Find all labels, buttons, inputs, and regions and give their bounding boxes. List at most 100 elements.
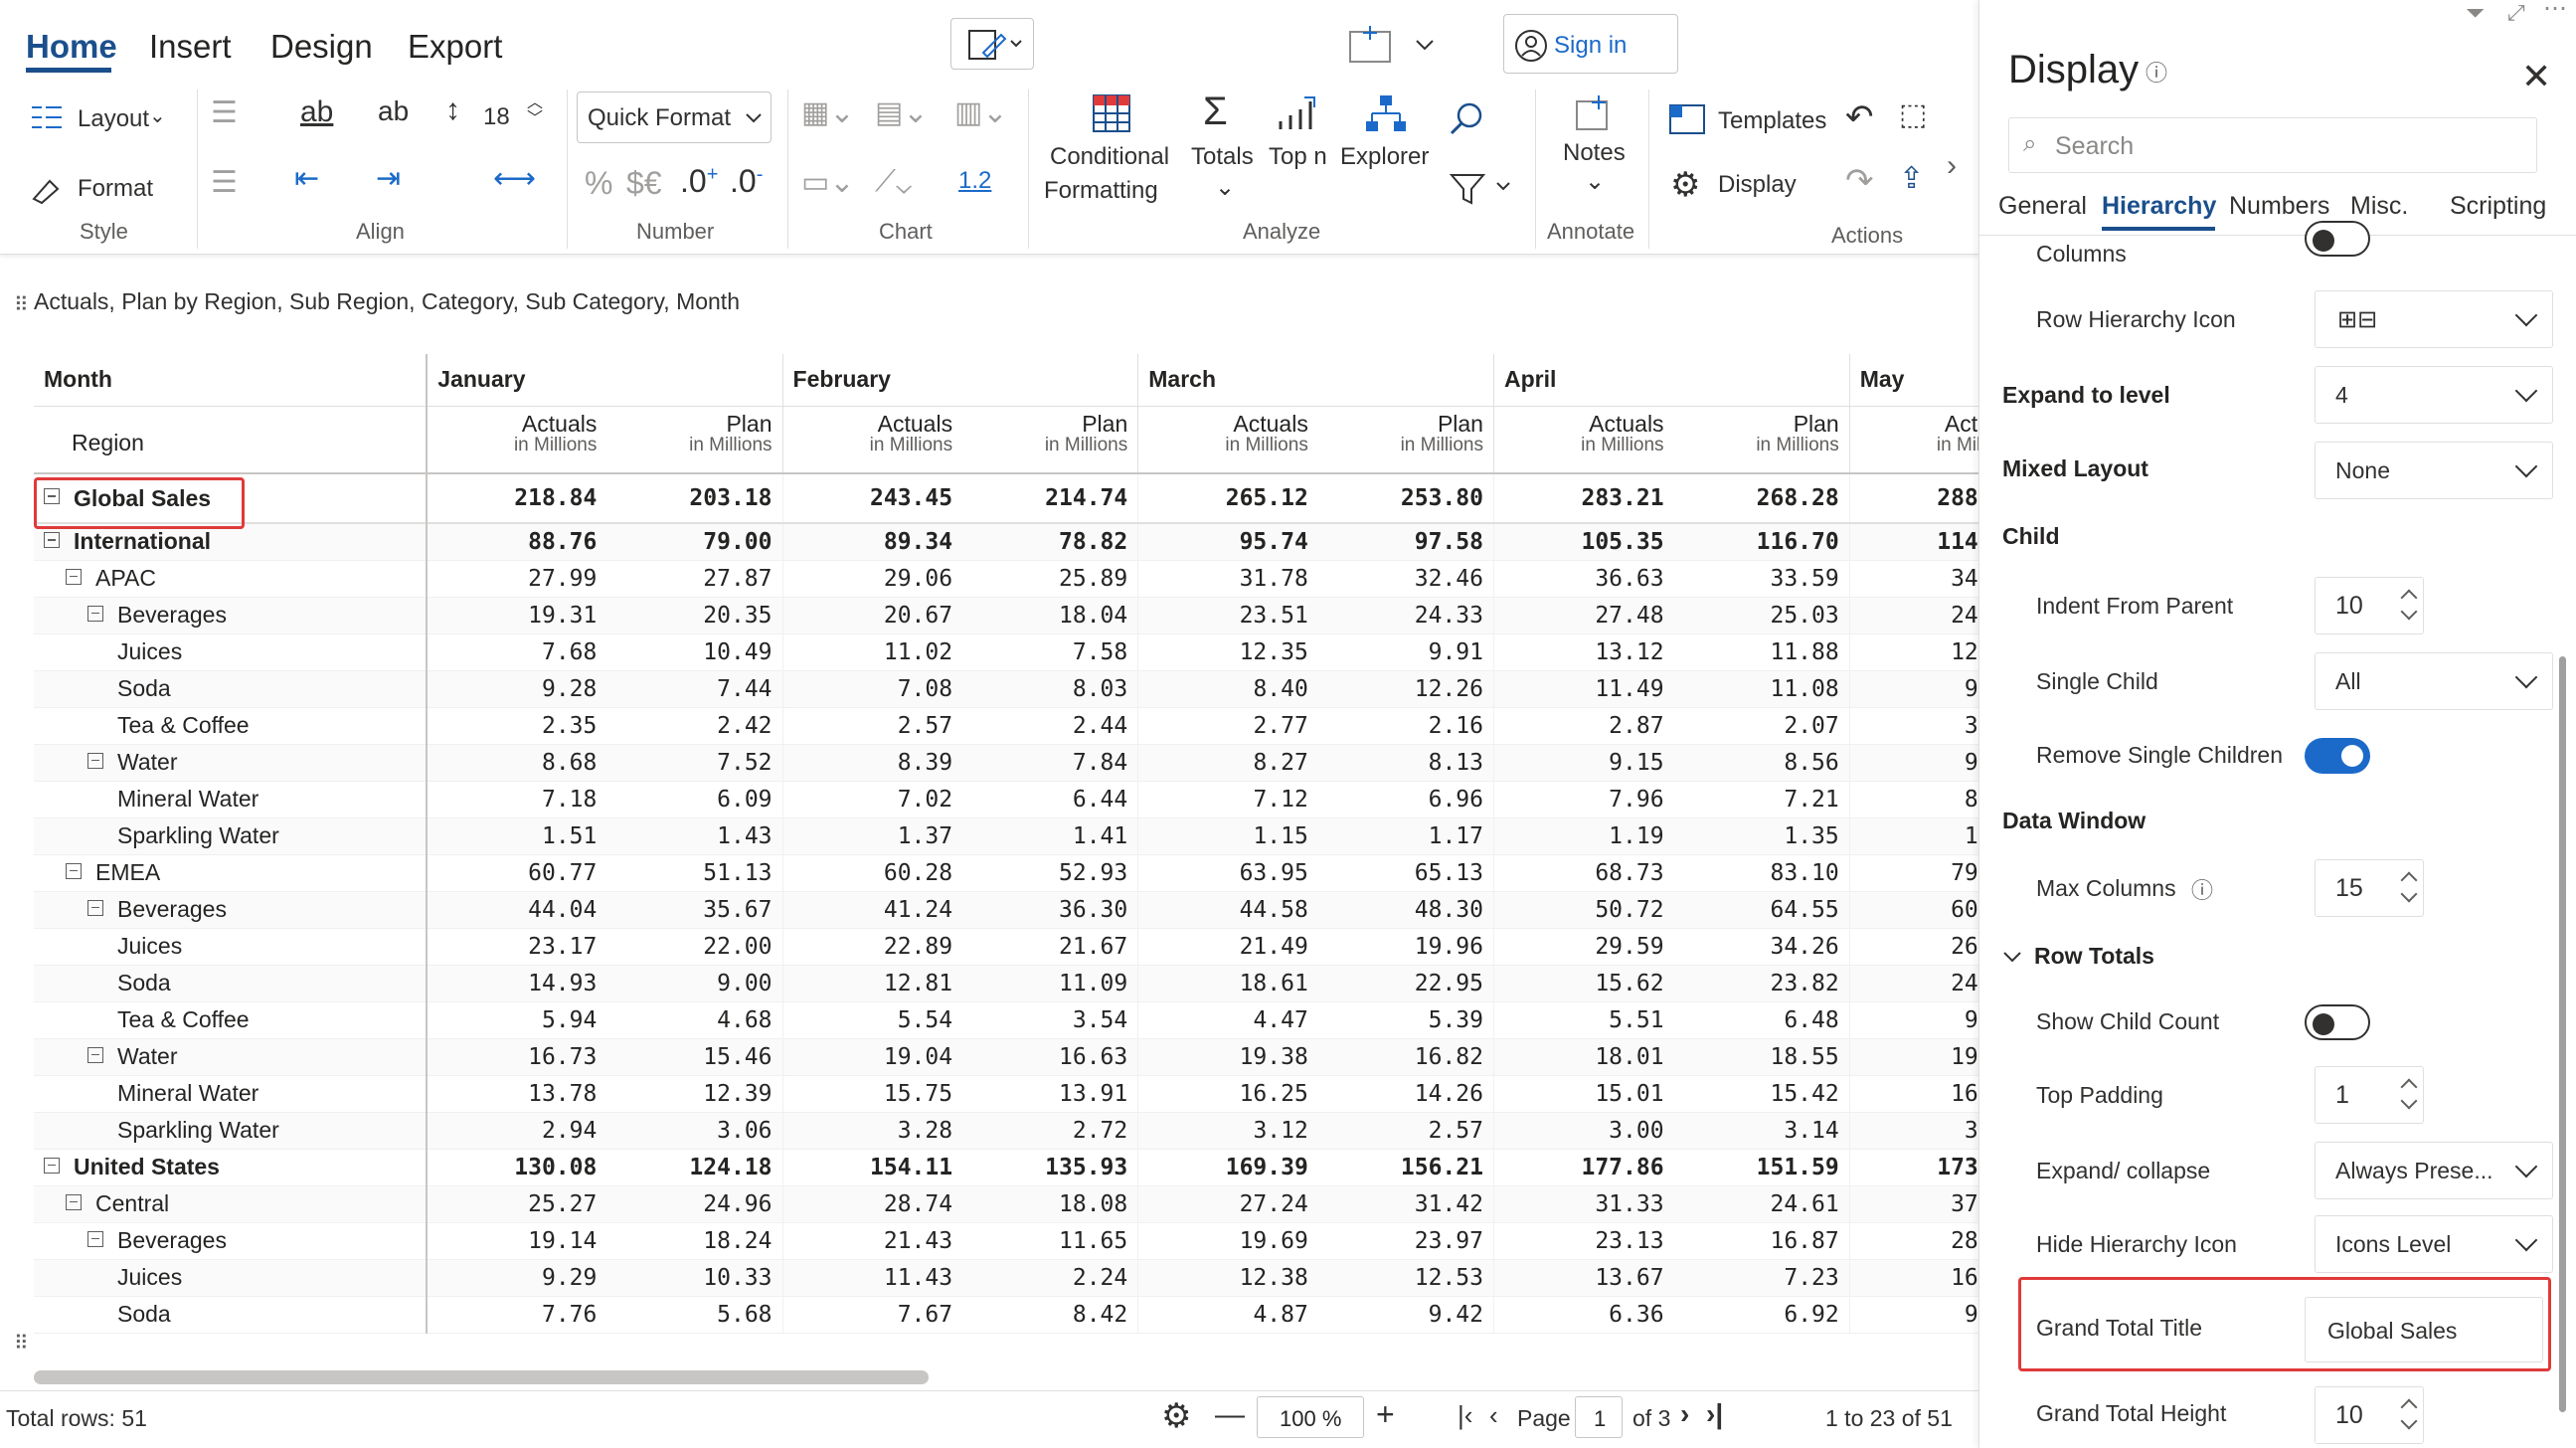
- panel-vertical-scrollbar[interactable]: [2559, 656, 2566, 1412]
- value-cell[interactable]: 15.01: [1493, 1075, 1673, 1112]
- value-cell[interactable]: 24.51: [1849, 965, 1978, 1001]
- collapse-toggle-icon[interactable]: [87, 605, 103, 622]
- value-cell[interactable]: 24.96: [606, 1185, 783, 1222]
- table-row[interactable]: Central 25.27 24.96 28.74 18.08 27.24 31.42 31.…: [34, 1185, 1978, 1222]
- value-cell[interactable]: 151.59: [1673, 1149, 1850, 1185]
- value-cell[interactable]: 1.17: [1317, 817, 1494, 854]
- first-page-icon[interactable]: |‹: [1458, 1400, 1472, 1431]
- value-cell[interactable]: 5.51: [1493, 1001, 1673, 1038]
- value-cell[interactable]: 23.51: [1138, 597, 1318, 634]
- collapse-toggle-icon[interactable]: [44, 532, 60, 549]
- chevron-down-icon[interactable]: [1410, 30, 1440, 60]
- max-columns-stepper[interactable]: 15: [2315, 859, 2424, 917]
- edit-mode-button[interactable]: [950, 18, 1034, 70]
- table-row[interactable]: Juices 7.68 10.49 11.02 7.58 12.35 9.91 13.12 11…: [34, 634, 1978, 670]
- indent-decrease-icon[interactable]: ⇤: [294, 161, 319, 196]
- value-cell[interactable]: 36.30: [962, 891, 1139, 928]
- value-cell[interactable]: 268.28: [1673, 473, 1850, 523]
- value-cell[interactable]: 27.87: [606, 560, 783, 597]
- month-header[interactable]: April: [1493, 354, 1850, 407]
- totals-button[interactable]: Σ Totals ⌄: [1191, 90, 1261, 213]
- value-cell[interactable]: 203.18: [606, 473, 783, 523]
- chevron-right-icon[interactable]: ›: [1947, 149, 1957, 183]
- value-cell[interactable]: 34.26: [1673, 928, 1850, 965]
- table-row[interactable]: APAC 27.99 27.87 29.06 25.89 31.78 32.46 36.63 3…: [34, 560, 1978, 597]
- display-button[interactable]: ⚙ Display: [1670, 165, 1797, 205]
- measure-header[interactable]: Actualsin Millions: [1138, 406, 1318, 473]
- value-cell[interactable]: 89.34: [782, 523, 962, 560]
- value-cell[interactable]: 8.68: [427, 744, 606, 781]
- value-cell[interactable]: 2.44: [962, 707, 1139, 744]
- value-cell[interactable]: 1.23: [1849, 817, 1978, 854]
- value-cell[interactable]: 9.67: [1849, 1296, 1978, 1333]
- value-cell[interactable]: 32.46: [1317, 560, 1494, 597]
- value-cell[interactable]: 114.26: [1849, 523, 1978, 560]
- value-cell[interactable]: 25.27: [427, 1185, 606, 1222]
- value-cell[interactable]: 19.14: [427, 1222, 606, 1259]
- horizontal-scrollbar[interactable]: [34, 1370, 929, 1384]
- collapse-toggle-icon[interactable]: [66, 568, 82, 585]
- collapse-toggle-icon[interactable]: [87, 752, 103, 769]
- value-cell[interactable]: 37.30: [1849, 1185, 1978, 1222]
- align-center-icon[interactable]: ☰: [211, 165, 238, 200]
- measure-header[interactable]: Plan in Millions: [1673, 406, 1850, 473]
- zoom-out-button[interactable]: —: [1215, 1398, 1245, 1432]
- table-row[interactable]: Water 8.687.528.397.848.278.139.158.569.5…: [34, 744, 1978, 781]
- measure-header[interactable]: Actualsin Millions: [1849, 406, 1978, 473]
- top-padding-stepper[interactable]: 1: [2315, 1066, 2424, 1124]
- table-row[interactable]: Beverages 44.04 35.67 41.24 36.30 44.58 48.30 5…: [34, 891, 1978, 928]
- drag-handle-icon[interactable]: ⠿: [14, 292, 29, 317]
- stepper-down-icon[interactable]: [2400, 885, 2418, 903]
- value-cell[interactable]: 130.08: [427, 1149, 606, 1185]
- value-cell[interactable]: 9.11: [1849, 1001, 1978, 1038]
- stepper-down-icon[interactable]: [2400, 1412, 2418, 1430]
- row-height-icon[interactable]: ↕: [445, 93, 460, 127]
- value-cell[interactable]: 34.54: [1849, 560, 1978, 597]
- value-cell[interactable]: 15.42: [1673, 1075, 1850, 1112]
- wrap-text-icon[interactable]: ab: [300, 95, 333, 129]
- value-cell[interactable]: 97.58: [1317, 523, 1494, 560]
- tab-general[interactable]: General: [1998, 192, 2087, 221]
- value-cell[interactable]: 2.16: [1317, 707, 1494, 744]
- tab-hierarchy[interactable]: Hierarchy: [2102, 192, 2216, 221]
- table-row[interactable]: International 88.76 79.00 89.34 78.82 95.74 97…: [34, 523, 1978, 560]
- value-cell[interactable]: 7.21: [1673, 781, 1850, 817]
- value-cell[interactable]: 10.33: [606, 1259, 783, 1296]
- last-page-icon[interactable]: ›|: [1706, 1398, 1723, 1430]
- quick-format-dropdown[interactable]: Quick Format: [577, 91, 772, 143]
- grand-total-height-stepper[interactable]: 10: [2315, 1386, 2424, 1444]
- value-cell[interactable]: 21.67: [962, 928, 1139, 965]
- value-cell[interactable]: 24.99: [1849, 597, 1978, 634]
- value-cell[interactable]: 29.59: [1493, 928, 1673, 965]
- info-icon[interactable]: ⓘ: [2146, 56, 2167, 88]
- value-cell[interactable]: 1.19: [1493, 817, 1673, 854]
- value-cell[interactable]: 13.78: [427, 1075, 606, 1112]
- value-cell[interactable]: 105.35: [1493, 523, 1673, 560]
- measure-header[interactable]: Actualsin Millions: [782, 406, 962, 473]
- value-cell[interactable]: 19.38: [1138, 1038, 1318, 1075]
- value-cell[interactable]: 28.74: [782, 1185, 962, 1222]
- value-cell[interactable]: 7.08: [782, 670, 962, 707]
- value-cell[interactable]: 18.61: [1138, 965, 1318, 1001]
- table-row[interactable]: Juices 9.29 10.33 11.43 2.24 12.38 12.53 13.67 7…: [34, 1259, 1978, 1296]
- value-cell[interactable]: 13.67: [1493, 1259, 1673, 1296]
- align-left-icon[interactable]: ☰: [211, 95, 238, 130]
- value-cell[interactable]: 1.51: [427, 817, 606, 854]
- table-row[interactable]: Tea & Coffee 2.35 2.42 2.57 2.44 2.77 2.16 2.87…: [34, 707, 1978, 744]
- value-cell[interactable]: 8.27: [1138, 744, 1318, 781]
- value-cell[interactable]: 2.57: [782, 707, 962, 744]
- value-cell[interactable]: 21.43: [782, 1222, 962, 1259]
- value-cell[interactable]: 124.18: [606, 1149, 783, 1185]
- value-cell[interactable]: 12.26: [1317, 670, 1494, 707]
- value-cell[interactable]: 78.82: [962, 523, 1139, 560]
- more-options-icon[interactable]: ⋯: [2543, 0, 2567, 23]
- value-cell[interactable]: 79.72: [1849, 854, 1978, 891]
- collapse-toggle-icon[interactable]: [87, 1230, 103, 1247]
- value-cell[interactable]: 135.93: [962, 1149, 1139, 1185]
- prev-page-icon[interactable]: ‹: [1489, 1400, 1498, 1431]
- expand-icon[interactable]: ⤢: [2507, 0, 2525, 26]
- data-label-value[interactable]: 1.2: [958, 167, 991, 195]
- value-cell[interactable]: 243.45: [782, 473, 962, 523]
- redo-icon[interactable]: ↷: [1845, 161, 1874, 201]
- zoom-input[interactable]: 100 %: [1257, 1396, 1364, 1438]
